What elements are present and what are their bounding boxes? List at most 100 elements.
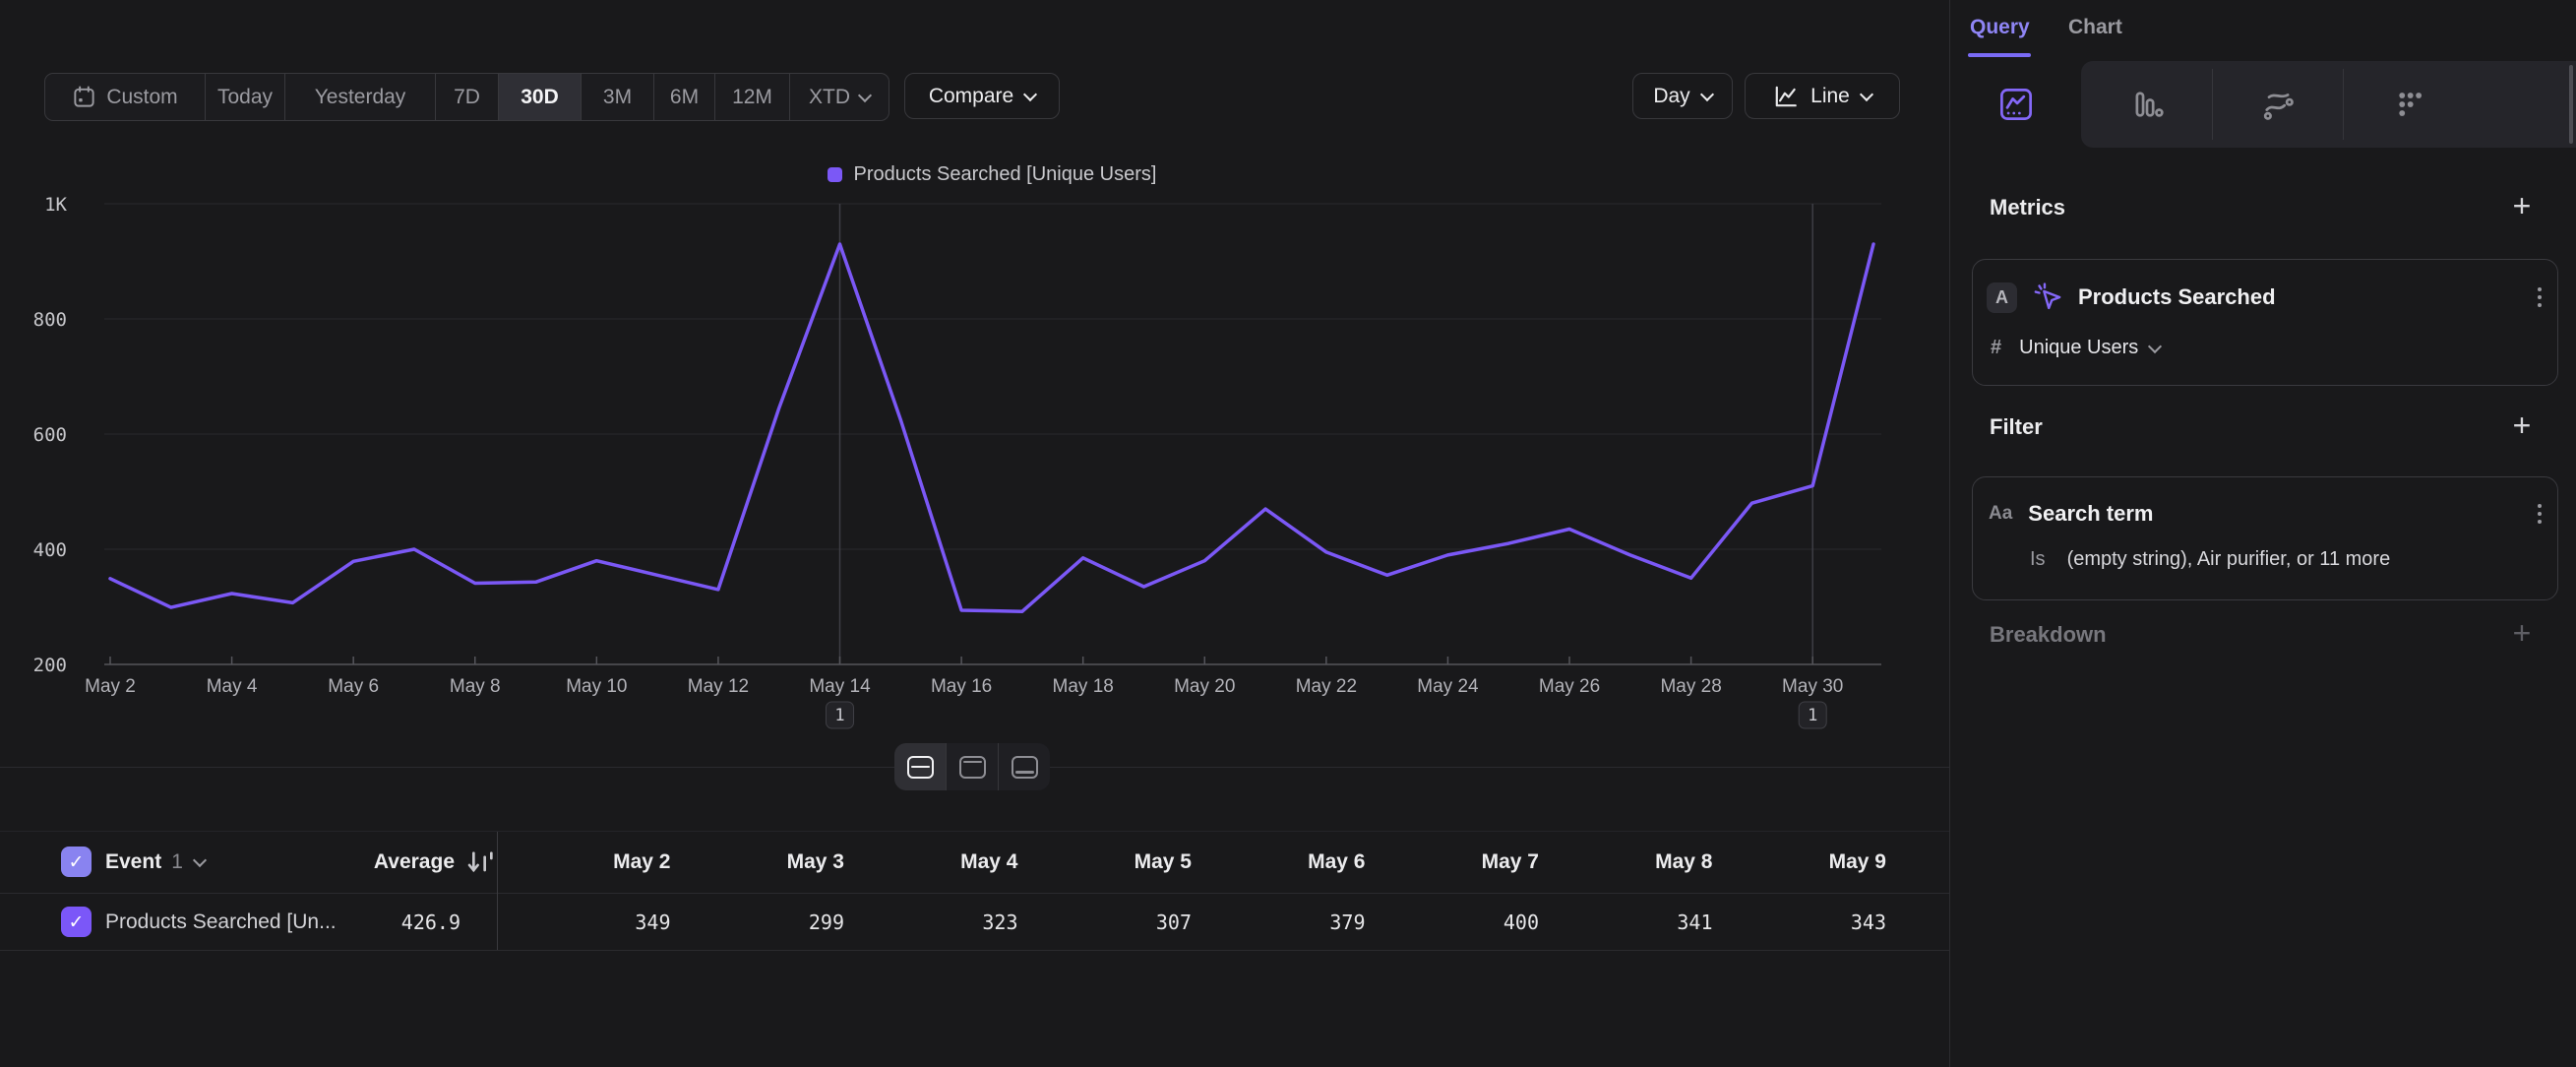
range-yesterday-button[interactable]: Yesterday: [285, 74, 436, 120]
event-header[interactable]: Event 1: [105, 832, 205, 893]
filter-property-name: Search term: [2028, 501, 2522, 527]
chevron-down-icon: [193, 853, 207, 867]
average-header: Average: [246, 832, 455, 893]
chart-type-tab-more[interactable]: [2343, 61, 2474, 148]
event-pointer-icon: [2031, 281, 2064, 314]
breakdown-heading: Breakdown: [1990, 622, 2107, 648]
metric-name: Products Searched: [2078, 284, 2524, 310]
table-bottom-border: [0, 950, 1949, 951]
add-filter-button[interactable]: +: [2505, 408, 2539, 442]
value-cell: 299: [671, 894, 845, 950]
chevron-down-icon: [1700, 87, 1714, 100]
sidebar-scrollbar[interactable]: [2569, 65, 2573, 144]
analytics-app: Custom Today Yesterday 7D 30D 3M 6M 12M …: [0, 0, 2576, 1067]
metric-card[interactable]: A Products Searched # Unique Users: [1972, 259, 2558, 386]
range-custom-button[interactable]: Custom: [45, 74, 206, 120]
range-12m-button[interactable]: 12M: [715, 74, 790, 120]
column-header: May 7: [1366, 832, 1540, 893]
svg-text:May 14: May 14: [809, 676, 871, 697]
value-cell: 323: [844, 894, 1018, 950]
range-xtd-dropdown[interactable]: XTD: [790, 74, 889, 120]
range-3m-button[interactable]: 3M: [582, 74, 654, 120]
svg-text:400: 400: [33, 539, 67, 561]
measure-dropdown[interactable]: Unique Users: [2019, 337, 2160, 359]
chart-only-button[interactable]: [946, 743, 998, 790]
legend-swatch: [828, 167, 842, 182]
svg-text:May 16: May 16: [931, 676, 992, 697]
split-view-icon: [907, 756, 934, 779]
svg-text:May 12: May 12: [688, 676, 749, 697]
value-cell: 341: [1539, 894, 1713, 950]
chart-type-tab-flow[interactable]: [2212, 61, 2343, 148]
compare-dropdown[interactable]: Compare: [904, 73, 1060, 119]
add-breakdown-button[interactable]: +: [2505, 616, 2539, 650]
range-today-button[interactable]: Today: [206, 74, 285, 120]
column-header: May 4: [844, 832, 1018, 893]
chart-legend[interactable]: Products Searched [Unique Users]: [110, 160, 1873, 188]
filter-heading: Filter: [1990, 414, 2043, 440]
event-count: 1: [171, 850, 183, 874]
chevron-down-icon: [2148, 339, 2162, 352]
table-row[interactable]: ✓ Products Searched [Un... 426.9 349 299…: [0, 894, 1949, 950]
chart-type-tab-line[interactable]: [1950, 61, 2081, 148]
svg-text:May 2: May 2: [85, 676, 136, 697]
date-range-group: Custom Today Yesterday 7D 30D 3M 6M 12M …: [44, 73, 889, 121]
column-header: May 9: [1713, 832, 1887, 893]
row-values: 349 299 323 307 379 400 341 343: [497, 894, 1886, 950]
table-only-icon: [1012, 756, 1038, 779]
column-header: May 6: [1192, 832, 1366, 893]
line-chart[interactable]: 1K800600400200May 2May 4May 6May 8May 10…: [0, 187, 1949, 748]
active-tab-underline: [1968, 53, 2031, 57]
metric-menu-button[interactable]: [2538, 287, 2542, 307]
tab-query[interactable]: Query: [1970, 16, 2030, 39]
svg-text:1: 1: [834, 706, 844, 725]
granularity-dropdown[interactable]: Day: [1632, 73, 1733, 119]
filter-value[interactable]: (empty string), Air purifier, or 11 more: [2067, 548, 2391, 571]
dot-grid-icon: [2391, 87, 2426, 122]
filter-operator[interactable]: Is: [2030, 548, 2046, 571]
line-chart-icon: [1998, 87, 2034, 122]
row-checkbox[interactable]: ✓: [61, 907, 92, 937]
legend-label: Products Searched [Unique Users]: [854, 163, 1157, 186]
flow-chart-icon: [2260, 87, 2296, 122]
bar-chart-icon: [2129, 87, 2165, 122]
svg-text:May 28: May 28: [1660, 676, 1721, 697]
svg-text:200: 200: [33, 655, 67, 676]
svg-text:May 26: May 26: [1539, 676, 1600, 697]
view-toggle: [894, 743, 1050, 790]
chart-type-tab-bar[interactable]: [2081, 61, 2212, 148]
tab-chart[interactable]: Chart: [2068, 16, 2122, 39]
chevron-down-icon: [1023, 87, 1037, 100]
chart-type-dropdown[interactable]: Line: [1745, 73, 1900, 119]
measure-symbol: #: [1991, 337, 2001, 359]
svg-text:May 20: May 20: [1174, 676, 1235, 697]
event-label: Event: [105, 850, 161, 874]
svg-text:May 30: May 30: [1782, 676, 1843, 697]
main-panel: Custom Today Yesterday 7D 30D 3M 6M 12M …: [0, 0, 1949, 1067]
range-30d-button[interactable]: 30D: [499, 74, 582, 120]
column-header: May 2: [497, 832, 671, 893]
value-cell: 307: [1018, 894, 1193, 950]
svg-text:May 10: May 10: [566, 676, 627, 697]
filter-card[interactable]: Aa Search term Is (empty string), Air pu…: [1972, 476, 2558, 600]
range-7d-button[interactable]: 7D: [436, 74, 499, 120]
filter-menu-button[interactable]: [2538, 504, 2542, 524]
query-sidebar: Query Chart: [1950, 0, 2576, 1067]
row-average-value: 426.9: [246, 894, 460, 950]
value-cell: 400: [1366, 894, 1540, 950]
column-header: May 3: [671, 832, 845, 893]
svg-text:May 24: May 24: [1417, 676, 1479, 697]
add-metric-button[interactable]: +: [2505, 189, 2539, 222]
range-6m-button[interactable]: 6M: [654, 74, 715, 120]
chevron-down-icon: [858, 88, 872, 101]
line-chart-icon: [1773, 84, 1799, 109]
table-only-button[interactable]: [998, 743, 1050, 790]
svg-text:1K: 1K: [44, 194, 67, 216]
metrics-heading: Metrics: [1990, 195, 2065, 220]
svg-text:600: 600: [33, 424, 67, 446]
select-all-checkbox[interactable]: ✓: [61, 847, 92, 877]
svg-text:1: 1: [1808, 706, 1817, 725]
svg-text:May 22: May 22: [1296, 676, 1357, 697]
sort-icon[interactable]: [464, 847, 496, 878]
split-view-button[interactable]: [894, 743, 946, 790]
